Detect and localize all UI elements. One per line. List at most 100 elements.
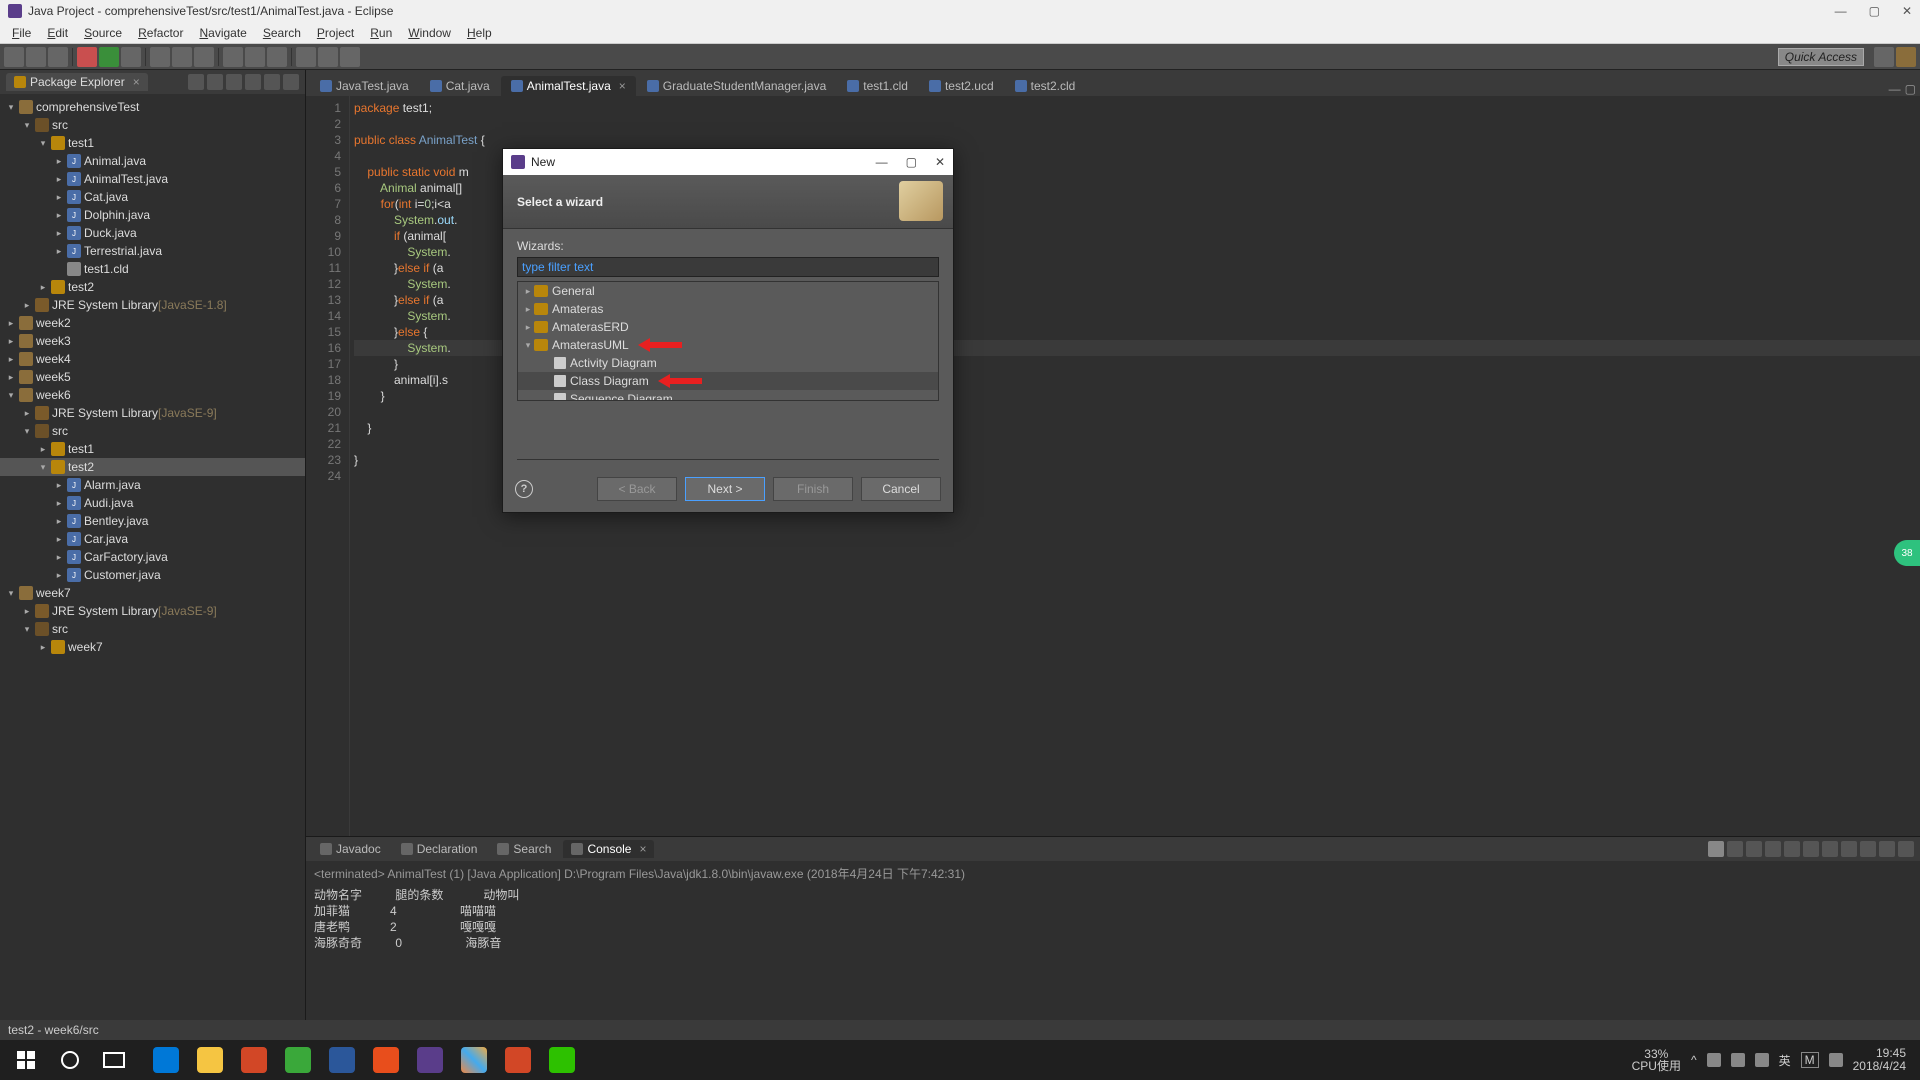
tree-item[interactable]: ▸Terrestrial.java: [0, 242, 305, 260]
tree-item[interactable]: ▸week4: [0, 350, 305, 368]
open-type-icon[interactable]: [194, 47, 214, 67]
explorer-app[interactable]: [190, 1043, 230, 1077]
wechat-app[interactable]: [542, 1043, 582, 1077]
tree-item[interactable]: ▸test1: [0, 440, 305, 458]
tray-chevron-icon[interactable]: ^: [1691, 1053, 1697, 1067]
wizard-tree-item[interactable]: Class Diagram: [518, 372, 938, 390]
task-view-button[interactable]: [94, 1043, 134, 1077]
menu-refactor[interactable]: Refactor: [130, 26, 191, 40]
maximize-view-icon[interactable]: [283, 74, 299, 90]
tree-item[interactable]: ▸Cat.java: [0, 188, 305, 206]
minimize-view-icon[interactable]: [264, 74, 280, 90]
tree-item[interactable]: ▾week7: [0, 584, 305, 602]
help-icon[interactable]: ?: [515, 480, 533, 498]
terminate-icon[interactable]: [1708, 841, 1724, 857]
collapse-all-icon[interactable]: [188, 74, 204, 90]
close-icon[interactable]: ×: [133, 75, 140, 89]
min-view-icon[interactable]: [1879, 841, 1895, 857]
close-button[interactable]: ✕: [935, 155, 945, 169]
dialog-title-bar[interactable]: New — ▢ ✕: [503, 149, 953, 175]
back-icon[interactable]: [318, 47, 338, 67]
wizard-filter-input[interactable]: [517, 257, 939, 277]
new-package-icon[interactable]: [150, 47, 170, 67]
close-icon[interactable]: ×: [619, 79, 626, 93]
tree-item[interactable]: ▸week7: [0, 638, 305, 656]
editor-tab[interactable]: test2.cld: [1005, 76, 1086, 96]
tree-item[interactable]: ▸Customer.java: [0, 566, 305, 584]
view-tab-search[interactable]: Search: [489, 840, 559, 858]
pin-console-icon[interactable]: [1803, 841, 1819, 857]
tree-item[interactable]: ▾src: [0, 422, 305, 440]
display-selected-icon[interactable]: [1822, 841, 1838, 857]
max-view-icon[interactable]: [1898, 841, 1914, 857]
save-all-icon[interactable]: [48, 47, 68, 67]
wizard-tree-item[interactable]: ▾AmaterasUML: [518, 336, 938, 354]
remove-all-icon[interactable]: [1746, 841, 1762, 857]
coverage-icon[interactable]: [121, 47, 141, 67]
tree-item[interactable]: ▾src: [0, 116, 305, 134]
menu-navigate[interactable]: Navigate: [191, 26, 254, 40]
remove-launch-icon[interactable]: [1727, 841, 1743, 857]
floating-badge[interactable]: 38: [1894, 540, 1920, 566]
editor-tab[interactable]: test2.ucd: [919, 76, 1004, 96]
tree-item[interactable]: ▾week6: [0, 386, 305, 404]
debug-icon[interactable]: [77, 47, 97, 67]
annotation-icon[interactable]: [245, 47, 265, 67]
onenote-app[interactable]: [278, 1043, 318, 1077]
minimize-button[interactable]: —: [1835, 4, 1847, 18]
view-tab-console[interactable]: Console×: [563, 840, 654, 858]
package-explorer-tab[interactable]: Package Explorer ×: [6, 73, 148, 91]
app-icon[interactable]: [366, 1043, 406, 1077]
start-button[interactable]: [6, 1043, 46, 1077]
scroll-lock-icon[interactable]: [1784, 841, 1800, 857]
close-icon[interactable]: ×: [639, 842, 646, 856]
tree-item[interactable]: ▸week5: [0, 368, 305, 386]
tree-item[interactable]: ▸Car.java: [0, 530, 305, 548]
tree-item[interactable]: ▸Bentley.java: [0, 512, 305, 530]
cpu-gadget[interactable]: 33% CPU使用: [1632, 1048, 1681, 1072]
volume-icon[interactable]: [1755, 1053, 1769, 1067]
tree-item[interactable]: ▸JRE System Library [JavaSE-9]: [0, 404, 305, 422]
power-icon[interactable]: [1707, 1053, 1721, 1067]
toggle-icon[interactable]: [267, 47, 287, 67]
save-icon[interactable]: [26, 47, 46, 67]
focus-icon[interactable]: [226, 74, 242, 90]
editor-tab[interactable]: AnimalTest.java×: [501, 76, 636, 96]
clear-console-icon[interactable]: [1765, 841, 1781, 857]
tree-item[interactable]: ▸JRE System Library [JavaSE-1.8]: [0, 296, 305, 314]
view-tab-javadoc[interactable]: Javadoc: [312, 840, 389, 858]
wizard-tree-item[interactable]: ▸AmaterasERD: [518, 318, 938, 336]
link-editor-icon[interactable]: [207, 74, 223, 90]
menu-project[interactable]: Project: [309, 26, 362, 40]
menu-source[interactable]: Source: [76, 26, 130, 40]
last-edit-icon[interactable]: [296, 47, 316, 67]
minimize-button[interactable]: —: [876, 155, 888, 169]
wizard-tree-item[interactable]: ▸Amateras: [518, 300, 938, 318]
tree-item[interactable]: ▾test1: [0, 134, 305, 152]
editor-tab[interactable]: JavaTest.java: [310, 76, 419, 96]
tree-item[interactable]: ▸Audi.java: [0, 494, 305, 512]
next-button[interactable]: Next >: [685, 477, 765, 501]
paint-app[interactable]: [454, 1043, 494, 1077]
eclipse-app[interactable]: [410, 1043, 450, 1077]
maximize-editor-icon[interactable]: ▢: [1905, 82, 1916, 96]
wizard-tree-item[interactable]: ▸General: [518, 282, 938, 300]
tree-item[interactable]: ▸Animal.java: [0, 152, 305, 170]
menu-window[interactable]: Window: [400, 26, 459, 40]
maximize-button[interactable]: ▢: [1869, 4, 1880, 18]
tree-item[interactable]: ▸week2: [0, 314, 305, 332]
quick-access-field[interactable]: Quick Access: [1778, 48, 1864, 66]
tree-item[interactable]: ▸week3: [0, 332, 305, 350]
ime-mode[interactable]: M: [1801, 1052, 1819, 1068]
editor-tab[interactable]: GraduateStudentManager.java: [637, 76, 836, 96]
edge-app[interactable]: [146, 1043, 186, 1077]
search-icon[interactable]: [223, 47, 243, 67]
tree-item[interactable]: ▸test2: [0, 278, 305, 296]
tree-item[interactable]: test1.cld: [0, 260, 305, 278]
tree-item[interactable]: ▾src: [0, 620, 305, 638]
maximize-button[interactable]: ▢: [906, 155, 917, 169]
menu-search[interactable]: Search: [255, 26, 309, 40]
powerpoint-app[interactable]: [234, 1043, 274, 1077]
close-button[interactable]: ✕: [1902, 4, 1912, 18]
tree-item[interactable]: ▾comprehensiveTest: [0, 98, 305, 116]
